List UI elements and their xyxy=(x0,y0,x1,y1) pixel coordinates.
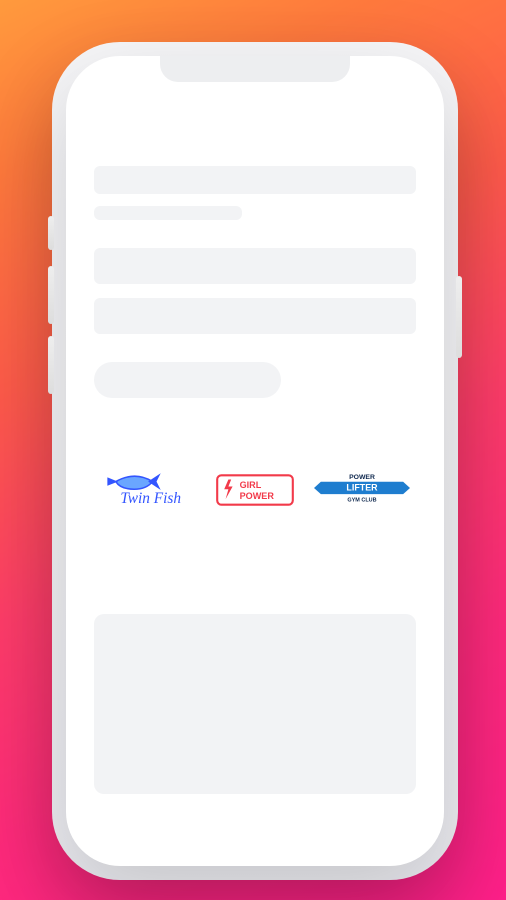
power-lifter-logo: POWER LIFTER GYM CLUB xyxy=(314,469,410,511)
skeleton-title xyxy=(94,166,416,194)
brand-twin-fish: Twin Fish xyxy=(94,470,201,510)
brand-text: POWER xyxy=(240,491,275,501)
twin-fish-logo: Twin Fish xyxy=(102,470,194,510)
phone-device: Twin Fish GIRL POWER POWER xyxy=(66,56,444,866)
brand-text: GYM CLUB xyxy=(348,498,377,504)
brand-girl-power: GIRL POWER xyxy=(201,472,308,508)
skeleton-card xyxy=(94,614,416,794)
skeleton-button xyxy=(94,362,281,398)
brand-text: POWER xyxy=(349,474,375,481)
side-button xyxy=(48,266,54,324)
skeleton-input xyxy=(94,248,416,284)
side-button xyxy=(48,336,54,394)
brand-power-lifter: POWER LIFTER GYM CLUB xyxy=(309,469,416,511)
side-button xyxy=(456,276,462,358)
brand-text: LIFTER xyxy=(347,483,379,493)
screen: Twin Fish GIRL POWER POWER xyxy=(66,56,444,866)
side-button xyxy=(48,216,54,250)
content-area: Twin Fish GIRL POWER POWER xyxy=(94,166,416,866)
skeleton-subtitle xyxy=(94,206,242,220)
brand-row: Twin Fish GIRL POWER POWER xyxy=(94,466,416,514)
girl-power-logo: GIRL POWER xyxy=(213,472,297,508)
skeleton-input xyxy=(94,298,416,334)
bolt-icon xyxy=(224,480,232,500)
brand-text: GIRL xyxy=(240,480,262,490)
brand-text: Twin Fish xyxy=(120,490,181,507)
